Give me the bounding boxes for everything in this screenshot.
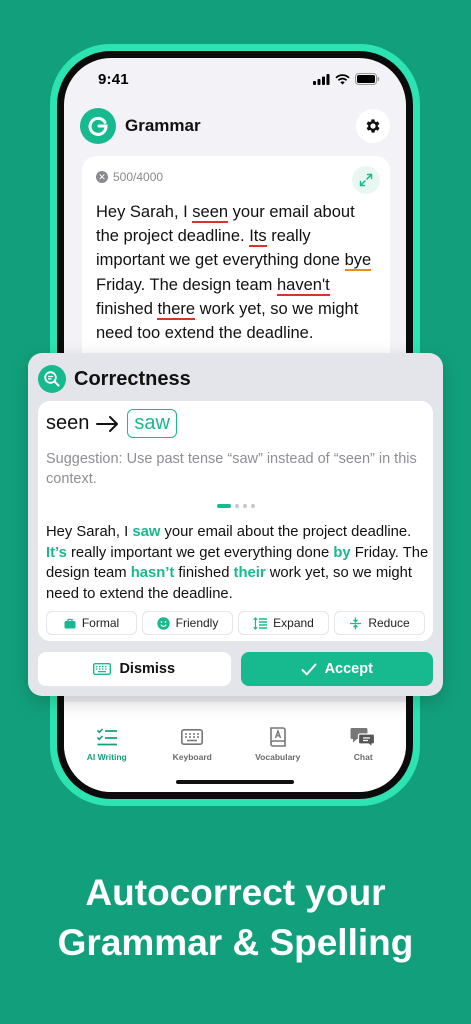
arrow-right-icon <box>96 415 119 432</box>
corrected-word: saw <box>132 524 161 540</box>
reduce-label: Reduce <box>368 616 410 630</box>
settings-button[interactable] <box>356 109 390 143</box>
accept-label: Accept <box>324 661 373 677</box>
reduce-icon <box>350 617 362 629</box>
friendly-label: Friendly <box>175 616 219 630</box>
expand-lines-icon <box>253 616 268 630</box>
suggestion-text: Suggestion: Use past tense “saw” instead… <box>46 451 417 487</box>
tab-label: Chat <box>353 752 373 762</box>
word-swap: seen saw <box>46 409 177 438</box>
correction-card: seen saw Suggestion: Use past tense “saw… <box>38 401 433 641</box>
corrected-text: Hey Sarah, I saw your email about the pr… <box>46 522 430 604</box>
text-segment: finished <box>174 565 234 581</box>
tab-label: AI Writing <box>86 752 127 762</box>
expand-button[interactable] <box>352 166 380 194</box>
expand-text-button[interactable]: Expand <box>238 611 329 635</box>
text-segment: finished <box>96 299 158 318</box>
corrected-word: It’s <box>46 544 67 561</box>
page-dot[interactable] <box>216 504 231 508</box>
status-time: 9:41 <box>98 70 129 88</box>
app-header: Grammar <box>80 106 390 146</box>
text-segment: Hey Sarah, I <box>46 524 133 540</box>
dictionary-icon <box>269 726 287 748</box>
dismiss-label: Dismiss <box>119 661 176 677</box>
suggested-word[interactable]: saw <box>127 409 177 438</box>
tab-ai-writing[interactable]: AI Writing <box>72 726 142 792</box>
battery-icon <box>355 73 380 85</box>
headline-line-2: Grammar & Spelling <box>57 922 414 963</box>
error-word[interactable]: haven't <box>276 275 330 296</box>
signal-icon <box>313 73 330 85</box>
corrected-word: by <box>333 544 351 561</box>
editor-text[interactable]: Hey Sarah, I seen your email about the p… <box>96 200 376 345</box>
character-count: 500/4000 <box>113 170 164 184</box>
error-word[interactable]: there <box>157 299 196 320</box>
app-title: Grammar <box>125 116 201 135</box>
character-counter: ✕ 500/4000 <box>96 170 376 184</box>
status-icons <box>313 73 380 85</box>
reduce-button[interactable]: Reduce <box>334 611 425 635</box>
tone-options: Formal Friendly Expand Reduce <box>46 611 425 635</box>
clear-icon[interactable]: ✕ <box>96 171 108 183</box>
formal-button[interactable]: Formal <box>46 611 137 635</box>
status-bar: 9:41 <box>64 58 406 100</box>
expand-label: Expand <box>273 616 314 630</box>
text-segment: your email about the project deadline. <box>160 524 412 540</box>
briefcase-icon <box>64 618 76 628</box>
friendly-button[interactable]: Friendly <box>142 611 233 635</box>
magnifier-icon <box>38 365 66 393</box>
grammar-logo-icon <box>80 108 116 144</box>
action-row: Dismiss Accept <box>38 652 433 686</box>
promo-headline: Autocorrect your Grammar & Spelling <box>0 868 471 968</box>
correction-panel: Correctness seen saw Suggestion: Use pas… <box>28 353 443 696</box>
original-word: seen <box>46 412 90 434</box>
tab-label: Vocabulary <box>255 752 301 762</box>
accept-button[interactable]: Accept <box>240 652 433 686</box>
text-segment: Friday. The design team <box>96 275 277 294</box>
formal-label: Formal <box>81 616 120 630</box>
corrected-word: their <box>233 565 266 581</box>
gear-icon <box>366 119 380 133</box>
tab-label: Keyboard <box>172 752 212 762</box>
dismiss-button[interactable]: Dismiss <box>38 652 231 686</box>
page-dot[interactable] <box>234 504 239 508</box>
correction-title: Correctness <box>74 367 191 390</box>
tab-chat[interactable]: Chat <box>328 726 398 792</box>
checklist-icon <box>96 726 118 748</box>
tab-bar: AI Writing Keyboard Vocabulary Chat <box>64 702 406 792</box>
chat-bubbles-icon <box>350 726 376 748</box>
page-dot[interactable] <box>242 504 247 508</box>
corrected-word: hasn’t <box>130 565 175 581</box>
smile-icon <box>156 616 170 630</box>
text-segment: Hey Sarah, I <box>96 203 193 221</box>
home-indicator <box>176 780 294 784</box>
correction-header: Correctness <box>38 365 191 393</box>
text-editor-card[interactable]: ✕ 500/4000 Hey Sarah, I seen your email … <box>82 156 390 376</box>
error-word[interactable]: bye <box>344 251 372 272</box>
error-word[interactable]: Its <box>249 227 267 248</box>
wifi-icon <box>335 73 350 84</box>
headline-line-1: Autocorrect your <box>85 872 386 913</box>
text-segment: really important we get everything done <box>66 544 334 561</box>
keyboard-icon <box>181 726 204 748</box>
expand-icon <box>359 173 373 187</box>
page-dot[interactable] <box>250 504 255 508</box>
page-indicator[interactable] <box>216 504 255 508</box>
keyboard-icon <box>93 663 112 675</box>
error-word[interactable]: seen <box>192 203 229 223</box>
checkmark-icon <box>301 663 317 675</box>
